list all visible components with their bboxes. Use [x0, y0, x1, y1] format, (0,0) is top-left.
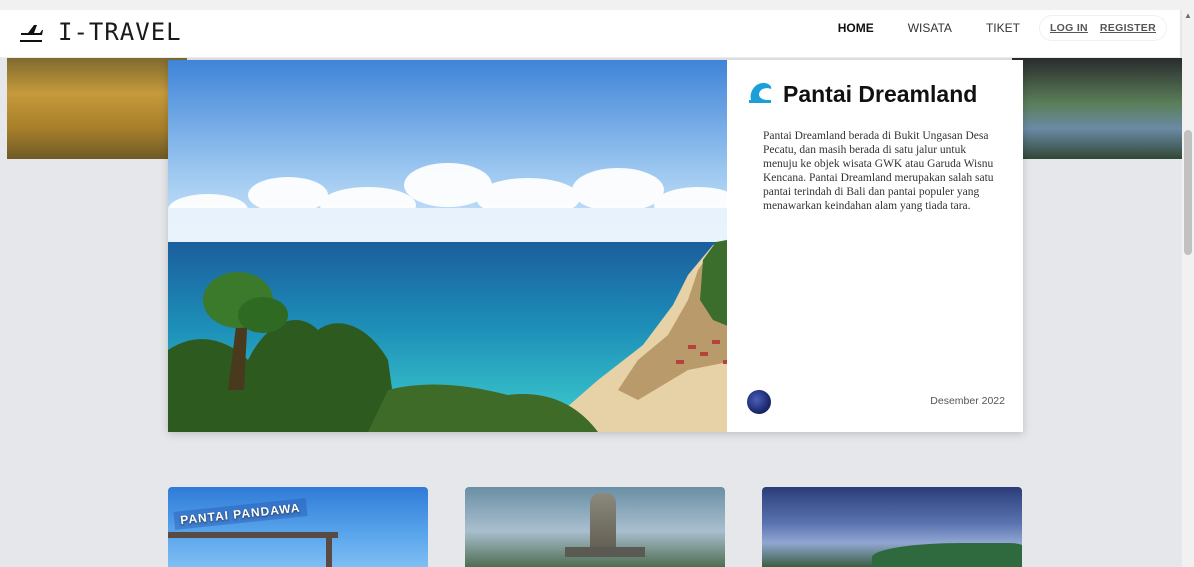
- destination-card-gwk[interactable]: [465, 487, 725, 567]
- coast-island: [872, 543, 1022, 567]
- hero-background-left: [7, 58, 187, 159]
- gwk-statue: [590, 493, 616, 555]
- nav-home[interactable]: HOME: [838, 21, 874, 35]
- destination-cards: PANTAI PANDAWA: [168, 487, 1023, 567]
- pandawa-sign-post: [326, 535, 332, 567]
- page-scrollbar[interactable]: ▲: [1182, 10, 1194, 567]
- login-link[interactable]: LOG IN: [1050, 22, 1088, 34]
- wave-icon: [747, 80, 773, 109]
- browser-top-strip: [0, 0, 1194, 10]
- brand[interactable]: I-TRAVEL: [18, 18, 182, 46]
- pandawa-sign-frame: [168, 532, 338, 538]
- featured-text-panel: Pantai Dreamland Pantai Dreamland berada…: [727, 60, 1023, 432]
- scroll-up-arrow-icon[interactable]: ▲: [1184, 10, 1192, 22]
- author-avatar[interactable]: [747, 390, 771, 414]
- featured-title[interactable]: Pantai Dreamland: [783, 81, 977, 108]
- auth-links: LOG IN REGISTER: [1039, 16, 1166, 40]
- featured-description: Pantai Dreamland berada di Bukit Ungasan…: [763, 130, 994, 212]
- hero-background-right: [1012, 58, 1182, 159]
- scrollbar-thumb[interactable]: [1184, 130, 1192, 255]
- main-nav: HOME WISATA TIKET LOG IN REGISTER: [804, 16, 1166, 40]
- featured-destination-card[interactable]: Pantai Dreamland Pantai Dreamland berada…: [168, 60, 1023, 432]
- destination-card-pandawa[interactable]: PANTAI PANDAWA: [168, 487, 428, 567]
- nav-wisata[interactable]: WISATA: [908, 21, 952, 35]
- gwk-statue-base: [565, 547, 645, 557]
- nav-tiket[interactable]: TIKET: [986, 21, 1020, 35]
- featured-title-row: Pantai Dreamland: [747, 80, 1003, 109]
- destination-card-coast[interactable]: [762, 487, 1022, 567]
- airplane-departure-icon: [18, 21, 44, 43]
- beach-illustration: [168, 60, 727, 432]
- brand-name: I-TRAVEL: [58, 18, 182, 46]
- featured-beach-photo: [168, 60, 727, 432]
- register-link[interactable]: REGISTER: [1100, 22, 1156, 34]
- pandawa-sign-text: PANTAI PANDAWA: [173, 498, 308, 530]
- publish-date: Desember 2022: [930, 395, 1005, 407]
